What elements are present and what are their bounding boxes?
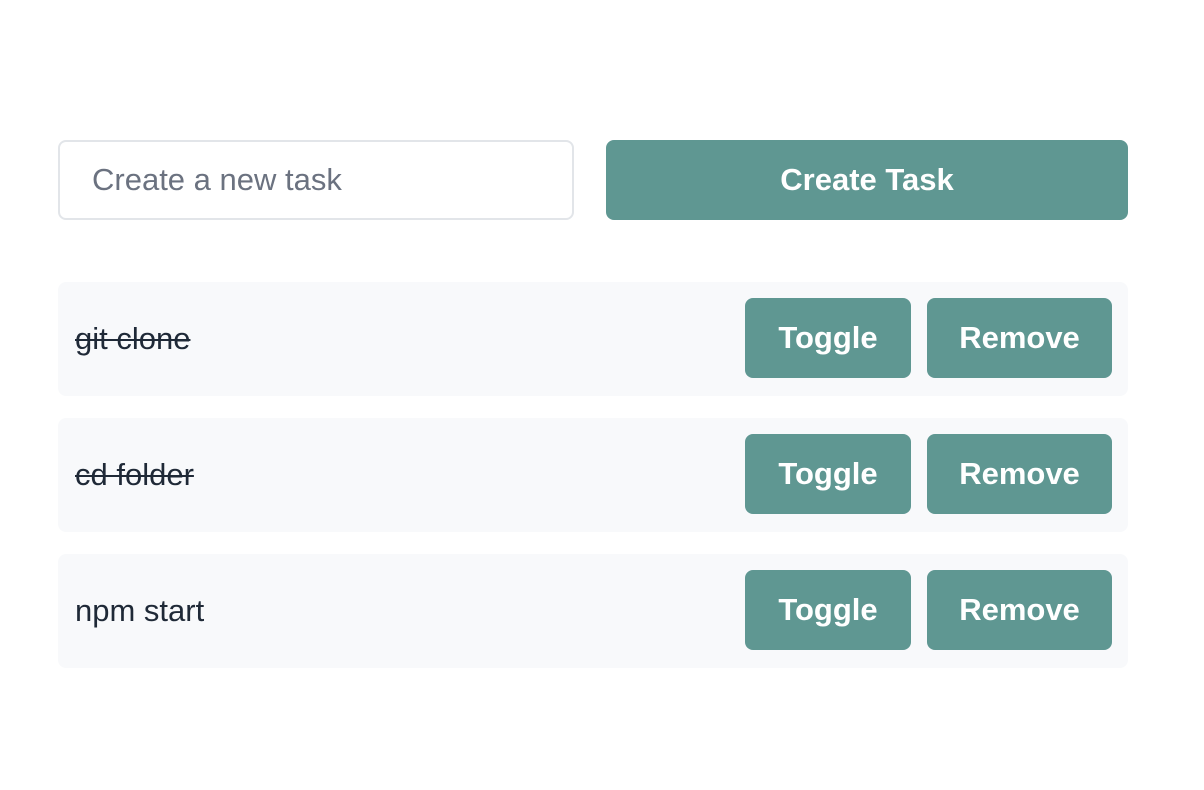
toggle-button[interactable]: Toggle bbox=[745, 570, 911, 650]
task-label: npm start bbox=[75, 593, 205, 628]
remove-button[interactable]: Remove bbox=[927, 298, 1112, 378]
task-item: cd folder Toggle Remove bbox=[58, 418, 1128, 532]
task-actions: Toggle Remove bbox=[745, 298, 1112, 378]
task-label: cd folder bbox=[75, 457, 194, 492]
task-label: git clone bbox=[75, 321, 191, 356]
task-item: git clone Toggle Remove bbox=[58, 282, 1128, 396]
task-actions: Toggle Remove bbox=[745, 434, 1112, 514]
create-task-form: Create Task bbox=[58, 140, 1128, 220]
remove-button[interactable]: Remove bbox=[927, 570, 1112, 650]
task-item: npm start Toggle Remove bbox=[58, 554, 1128, 668]
toggle-button[interactable]: Toggle bbox=[745, 298, 911, 378]
task-list: git clone Toggle Remove cd folder Toggle… bbox=[58, 282, 1128, 690]
toggle-button[interactable]: Toggle bbox=[745, 434, 911, 514]
task-actions: Toggle Remove bbox=[745, 570, 1112, 650]
todo-app: Create Task git clone Toggle Remove cd f… bbox=[0, 0, 1204, 790]
create-task-button[interactable]: Create Task bbox=[606, 140, 1128, 220]
remove-button[interactable]: Remove bbox=[927, 434, 1112, 514]
new-task-input[interactable] bbox=[58, 140, 574, 220]
